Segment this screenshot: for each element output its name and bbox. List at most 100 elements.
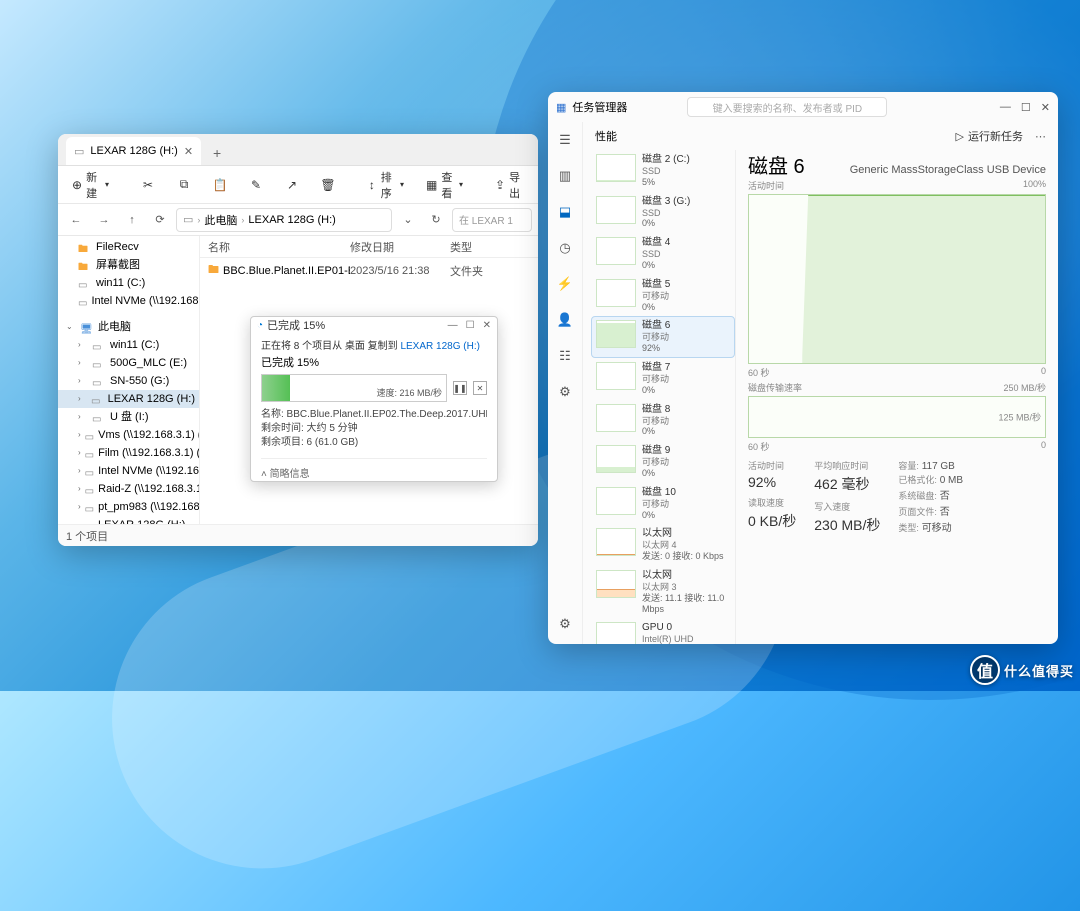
processes-tab[interactable]: ▥ — [553, 164, 577, 188]
file-date: 2023/5/16 21:38 — [350, 265, 450, 277]
nav-win11c[interactable]: ›▭win11 (C:) — [58, 336, 199, 354]
tm-title: 任务管理器 — [572, 99, 627, 115]
new-tab-button[interactable]: + — [205, 141, 229, 165]
cancel-button[interactable]: ✕ — [473, 381, 487, 395]
dropdown-button[interactable]: ⌄ — [396, 208, 420, 232]
minimize-button[interactable]: — — [1000, 101, 1011, 114]
perf-item[interactable]: 磁盘 10可移动0% — [591, 483, 735, 525]
folder-icon: 🖿 — [78, 259, 92, 271]
tm-title-bar[interactable]: ▦ 任务管理器 键入要搜索的名称、发布者或 PID — ☐ ✕ — [548, 92, 1058, 122]
settings-button[interactable]: ⚙ — [553, 612, 577, 636]
perf-item[interactable]: 以太网以太网 3发送: 11.1 接收: 11.0 Mbps — [591, 566, 735, 618]
nav-mlc[interactable]: ›▭500G_MLC (E:) — [58, 354, 199, 372]
trash-icon: 🗑 — [321, 178, 335, 192]
paste-button[interactable]: 📋 — [207, 175, 233, 195]
more-button[interactable]: ⋯ — [1035, 130, 1046, 143]
details-tab[interactable]: ☷ — [553, 344, 577, 368]
delete-button[interactable]: 🗑 — [315, 175, 341, 195]
back-button[interactable]: ← — [64, 208, 88, 232]
nav-intel-nvme[interactable]: ▭Intel NVMe (\\192.168.3.1) (X:) — [58, 292, 199, 310]
share-button[interactable]: ↗ — [279, 175, 305, 195]
chevron-down-icon: ⌄ — [66, 516, 76, 524]
tab-title: LEXAR 128G (H:) — [90, 145, 177, 157]
rename-button[interactable]: ✎ — [243, 175, 269, 195]
explorer-tab[interactable]: ▭ LEXAR 128G (H:) ✕ — [66, 137, 201, 165]
usb-icon: ▭ — [92, 411, 106, 423]
drive-icon: ▭ — [183, 213, 193, 226]
history-tab[interactable]: ◷ — [553, 236, 577, 260]
perf-item[interactable]: GPU 0Intel(R) UHD Graphics 7700% — [591, 618, 735, 644]
nav-raidz[interactable]: ›▭Raid-Z (\\192.168.3.1) (Y:) — [58, 480, 199, 498]
breadcrumb-drive[interactable]: LEXAR 128G (H:) — [248, 214, 335, 226]
perf-thumb-chart — [596, 320, 636, 348]
rename-icon: ✎ — [249, 178, 263, 192]
refresh2-button[interactable]: ↻ — [424, 208, 448, 232]
breadcrumb[interactable]: ▭ › 此电脑 › LEXAR 128G (H:) — [176, 208, 392, 232]
sort-icon: ↕ — [367, 178, 377, 192]
maximize-button[interactable]: ☐ — [1021, 101, 1031, 114]
taskmgr-icon: ▦ — [556, 101, 566, 114]
perf-item[interactable]: 磁盘 2 (C:)SSD5% — [591, 150, 735, 192]
menu-button[interactable]: ☰ — [553, 128, 577, 152]
perf-thumb-chart — [596, 487, 636, 515]
startup-tab[interactable]: ⚡ — [553, 272, 577, 296]
file-row[interactable]: 🖿BBC.Blue.Planet.II.EP01-EP07.2017.UHD.B… — [200, 258, 538, 283]
perf-thumb-chart — [596, 404, 636, 432]
breadcrumb-pc[interactable]: 此电脑 — [204, 212, 237, 228]
perf-item[interactable]: 磁盘 6可移动92% — [591, 316, 735, 358]
column-date[interactable]: 修改日期 — [350, 239, 450, 255]
minimize-button[interactable]: — — [448, 320, 458, 331]
run-new-task-button[interactable]: ▷运行新任务 — [956, 128, 1023, 144]
tab-strip: ▭ LEXAR 128G (H:) ✕ + — [58, 134, 538, 166]
more-details-toggle[interactable]: ˄ 简略信息 — [261, 458, 487, 480]
nav-this-pc[interactable]: ⌄🖥此电脑 — [58, 318, 199, 336]
column-type[interactable]: 类型 — [450, 239, 510, 255]
cut-icon: ✂ — [141, 178, 155, 192]
nav-pm983[interactable]: ›▭pt_pm983 (\\192.168.3.1) (Z:) — [58, 498, 199, 516]
forward-button[interactable]: → — [92, 208, 116, 232]
speed-label: 速度: 216 MB/秒 — [376, 386, 442, 399]
refresh-button[interactable]: ⟳ — [148, 208, 172, 232]
perf-item[interactable]: 以太网以太网 4发送: 0 接收: 0 Kbps — [591, 524, 735, 566]
close-button[interactable]: ✕ — [1041, 101, 1050, 114]
pause-button[interactable]: ❚❚ — [453, 381, 467, 395]
close-button[interactable]: ✕ — [483, 320, 491, 331]
new-button[interactable]: ⊕新建▾ — [66, 166, 115, 204]
nav-intel2[interactable]: ›▭Intel NVMe (\\192.168.3.1) (X:) — [58, 462, 199, 480]
nav-sn550[interactable]: ›▭SN-550 (G:) — [58, 372, 199, 390]
performance-tab[interactable]: ⬓ — [553, 200, 577, 224]
close-tab-icon[interactable]: ✕ — [184, 145, 193, 158]
nav-win11[interactable]: ▭win11 (C:) — [58, 274, 199, 292]
drive-icon: ▭ — [92, 375, 106, 387]
up-button[interactable]: ↑ — [120, 208, 144, 232]
users-tab[interactable]: 👤 — [553, 308, 577, 332]
nav-lexar[interactable]: ›▭LEXAR 128G (H:) — [58, 390, 199, 408]
nav-lexar2[interactable]: ⌄▭LEXAR 128G (H:) — [58, 516, 199, 524]
services-tab[interactable]: ⚙ — [553, 380, 577, 404]
nav-udisk[interactable]: ›▭U 盘 (I:) — [58, 408, 199, 426]
nav-vms[interactable]: ›▭Vms (\\192.168.3.1) (V:) — [58, 426, 199, 444]
cut-button[interactable]: ✂ — [135, 175, 161, 195]
maximize-button[interactable]: ☐ — [466, 320, 475, 331]
view-button[interactable]: ▦查看▾ — [420, 166, 469, 204]
perf-item[interactable]: 磁盘 7可移动0% — [591, 358, 735, 400]
perf-item[interactable]: 磁盘 5可移动0% — [591, 275, 735, 317]
nav-film[interactable]: ›▭Film (\\192.168.3.1) (W:) — [58, 444, 199, 462]
sort-button[interactable]: ↕排序▾ — [361, 166, 410, 204]
copy-button[interactable]: ⧉ — [171, 175, 197, 195]
search-input[interactable]: 在 LEXAR 1 — [452, 208, 532, 232]
copy-title-bar[interactable]: ◔ 已完成 15% — ☐ ✕ — [251, 317, 497, 333]
folder-icon: 🖿 — [208, 261, 219, 280]
perf-item[interactable]: 磁盘 4SSD0% — [591, 233, 735, 275]
perf-item[interactable]: 磁盘 3 (G:)SSD0% — [591, 192, 735, 234]
export-button[interactable]: ⇪导出 — [489, 166, 530, 204]
tm-search-input[interactable]: 键入要搜索的名称、发布者或 PID — [687, 97, 887, 117]
column-name[interactable]: 名称 — [200, 239, 350, 255]
copy-details: 名称: BBC.Blue.Planet.II.EP02.The.Deep.201… — [261, 408, 487, 450]
nav-filerecv[interactable]: 🖿FileRecv — [58, 238, 199, 256]
nav-screenshot[interactable]: 🖿屏幕截图 — [58, 256, 199, 274]
copy-source-line: 正在将 8 个项目从 桌面 复制到 LEXAR 128G (H:) — [261, 337, 487, 352]
copy-dialog: ◔ 已完成 15% — ☐ ✕ 正在将 8 个项目从 桌面 复制到 LEXAR … — [250, 316, 498, 482]
perf-item[interactable]: 磁盘 8可移动0% — [591, 400, 735, 442]
perf-item[interactable]: 磁盘 9可移动0% — [591, 441, 735, 483]
